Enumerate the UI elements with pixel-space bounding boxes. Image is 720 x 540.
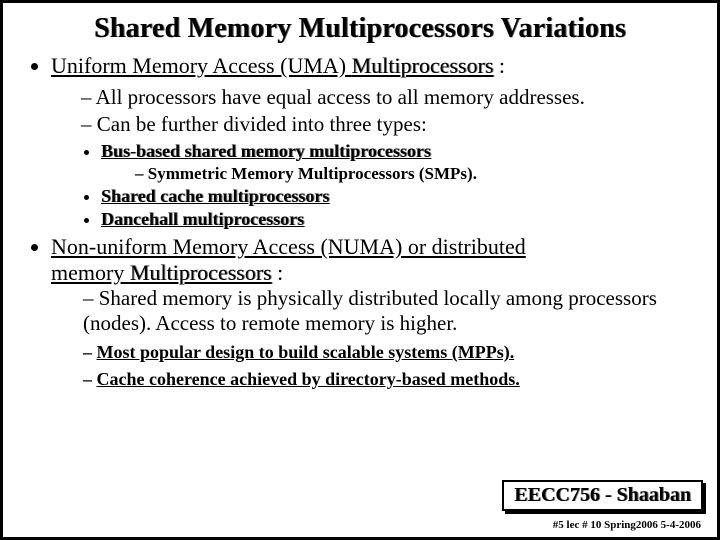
numa-p1: Shared memory is physically distributed … (83, 286, 703, 336)
numa-line2-prefix: memory (51, 260, 130, 285)
footer-box: EECC756 - Shaaban (502, 480, 703, 511)
uma-p2: Can be further divided into three types: (81, 112, 703, 137)
uma-head-word: Multiprocessors (352, 53, 494, 78)
uma-t3-text: Dancehall multiprocessors (101, 209, 304, 229)
uma-points: All processors have equal access to all … (51, 85, 703, 137)
uma-t2: Shared cache multiprocessors (101, 186, 703, 207)
uma-item: Uniform Memory Access (UMA) Multiprocess… (51, 53, 703, 230)
numa-p2-text: Most popular design to build scalable sy… (97, 342, 515, 362)
numa-line2-suffix: : (272, 260, 284, 285)
slide-title: Shared Memory Multiprocessors Variations (17, 13, 703, 45)
uma-t3: Dancehall multiprocessors (101, 209, 703, 230)
numa-line1: Non-uniform Memory Access (NUMA) or dist… (51, 234, 526, 259)
uma-t1-sub-text: Symmetric Memory Multiprocessors (SMPs). (135, 164, 703, 184)
numa-item: Non-uniform Memory Access (NUMA) or dist… (51, 234, 703, 390)
numa-line2-word: Multiprocessors (130, 260, 272, 285)
top-list: Uniform Memory Access (UMA) Multiprocess… (17, 53, 703, 390)
slide: Shared Memory Multiprocessors Variations… (0, 0, 720, 540)
uma-t1: Bus-based shared memory multiprocessors … (101, 141, 703, 184)
uma-t2-text: Shared cache multiprocessors (101, 186, 329, 206)
uma-head-prefix: Uniform Memory Access (UMA) (51, 53, 352, 78)
uma-t1-sub: Symmetric Memory Multiprocessors (SMPs). (101, 164, 703, 184)
footer-small: #5 lec # 10 Spring2006 5-4-2006 (553, 519, 701, 531)
numa-p3: Cache coherence achieved by directory-ba… (83, 369, 703, 390)
uma-p1: All processors have equal access to all … (81, 85, 703, 110)
numa-p2: Most popular design to build scalable sy… (83, 342, 703, 363)
numa-sub1: Shared memory is physically distributed … (51, 286, 703, 336)
uma-types: Bus-based shared memory multiprocessors … (51, 141, 703, 230)
numa-p3-text: Cache coherence achieved by directory-ba… (97, 369, 520, 389)
uma-head-suffix: : (493, 53, 505, 78)
numa-bold-list: Most popular design to build scalable sy… (51, 342, 703, 390)
uma-t1-text: Bus-based shared memory multiprocessors (101, 141, 431, 161)
